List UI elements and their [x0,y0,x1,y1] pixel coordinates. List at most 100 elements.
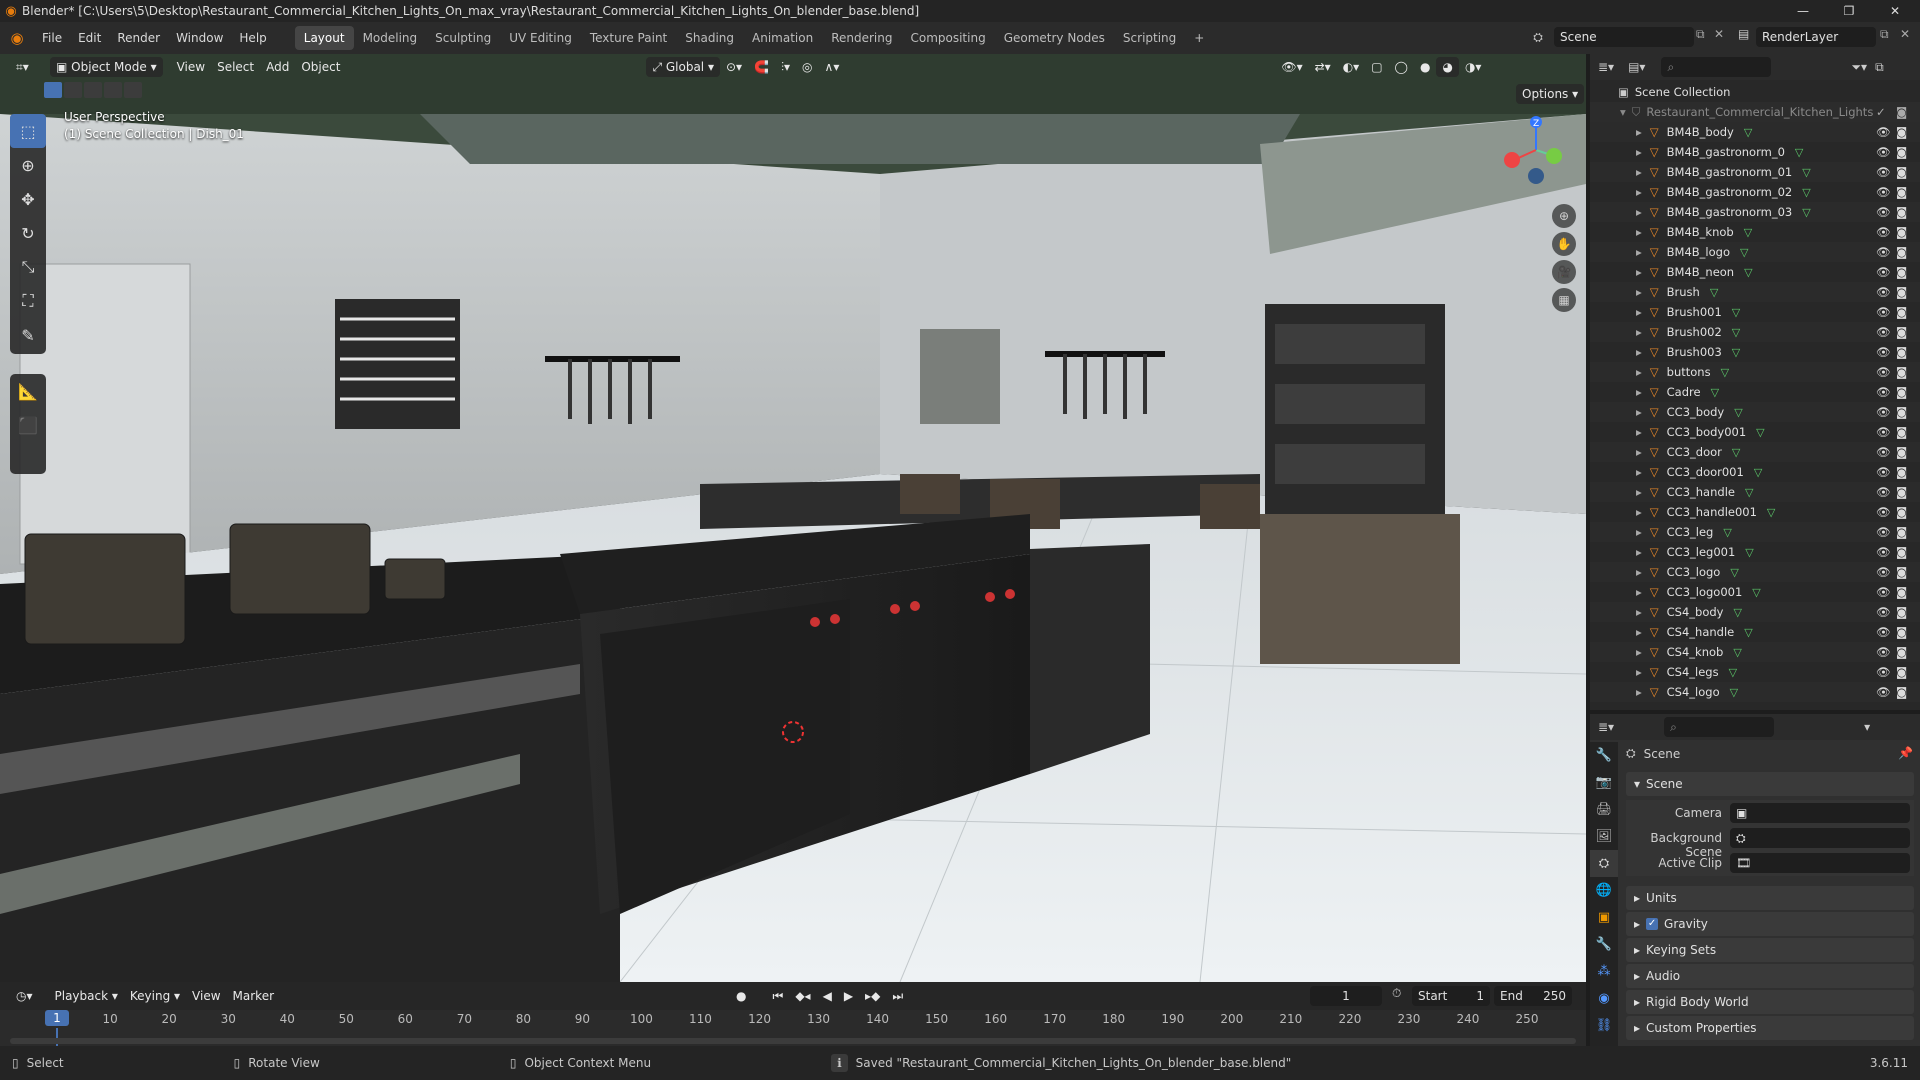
eye-icon[interactable]: 👁 [1876,565,1891,579]
select-extend-icon[interactable] [64,82,82,98]
eye-icon[interactable]: 👁 [1876,405,1891,419]
physics-tab-icon[interactable]: ◉ [1590,985,1618,1012]
expand-arrow-icon[interactable]: ▸ [1636,645,1642,659]
falloff-icon[interactable]: ∧▾ [819,57,846,77]
pan-hand-icon[interactable]: ✋ [1552,232,1576,256]
camera-visibility-icon[interactable]: ◙ [1896,365,1907,379]
outliner-item[interactable]: ▸ ▽ BM4B_gastronorm_0 ▽ 👁 ◙ [1590,142,1920,162]
outliner-item[interactable]: ▸ ▽ CS4_logo ▽ 👁 ◙ [1590,682,1920,702]
tab-scripting[interactable]: Scripting [1114,26,1185,50]
units-panel-header[interactable]: ▸ Units [1626,886,1914,910]
camera-visibility-icon[interactable]: ◙ [1896,585,1907,599]
eye-icon[interactable]: 👁 [1876,625,1891,639]
gravity-checkbox[interactable]: ✓ [1646,918,1659,930]
proportional-edit-icon[interactable]: ◎ [796,57,818,77]
outliner-item[interactable]: ▸ ▽ CS4_legs ▽ 👁 ◙ [1590,662,1920,682]
mesh-data-icon[interactable]: ▽ [1710,286,1718,299]
tool-tab-icon[interactable]: 🔧 [1590,742,1618,769]
object-tab-icon[interactable]: ▣ [1590,904,1618,931]
outliner-item[interactable]: ▸ ▽ BM4B_gastronorm_01 ▽ 👁 ◙ [1590,162,1920,182]
expand-arrow-icon[interactable]: ▸ [1636,245,1642,259]
tab-geometry-nodes[interactable]: Geometry Nodes [995,26,1114,50]
mesh-data-icon[interactable]: ▽ [1802,206,1810,219]
eye-icon[interactable]: 👁 [1876,525,1891,539]
menu-view[interactable]: View [171,57,211,77]
visibility-icon[interactable]: 👁▾ [1275,57,1308,77]
eye-icon[interactable]: 👁 [1876,485,1891,499]
expand-arrow-icon[interactable]: ▸ [1636,545,1642,559]
display-mode-icon[interactable]: ▤▾ [1628,60,1645,74]
mesh-data-icon[interactable]: ▽ [1744,266,1752,279]
mesh-data-icon[interactable]: ▽ [1733,606,1741,619]
camera-visibility-icon[interactable]: ◙ [1896,105,1907,119]
eye-icon[interactable]: 👁 [1876,545,1891,559]
outliner-item[interactable]: ▸ ▽ CS4_body ▽ 👁 ◙ [1590,602,1920,622]
mesh-data-icon[interactable]: ▽ [1732,326,1740,339]
rotate-tool-icon[interactable]: ↻ [10,216,46,250]
mesh-data-icon[interactable]: ▽ [1756,426,1764,439]
keying-sets-panel-header[interactable]: ▸ Keying Sets [1626,938,1914,962]
play-reverse-icon[interactable]: ◀ [817,986,838,1006]
eye-icon[interactable]: 👁 [1876,225,1891,239]
close-button[interactable]: ✕ [1872,0,1918,22]
tab-modeling[interactable]: Modeling [354,26,427,50]
camera-visibility-icon[interactable]: ◙ [1896,305,1907,319]
snap-icon[interactable]: 🧲 [748,57,775,77]
mesh-data-icon[interactable]: ▽ [1754,466,1762,479]
eye-icon[interactable]: 👁 [1876,605,1891,619]
minimize-button[interactable]: — [1780,0,1826,22]
background-scene-field[interactable]: ⛭ [1730,828,1910,848]
select-box-tool-icon[interactable]: ⬚ [10,114,46,148]
scene-render[interactable] [0,54,1586,982]
outliner-item[interactable]: ▸ ▽ CS4_handle ▽ 👁 ◙ [1590,622,1920,642]
annotate-tool-icon[interactable]: ✎ [10,318,46,352]
mesh-data-icon[interactable]: ▽ [1730,566,1738,579]
properties-options-icon[interactable]: ▾ [1864,720,1870,734]
mesh-data-icon[interactable]: ▽ [1744,126,1752,139]
current-frame-indicator[interactable]: 1 [45,1010,69,1026]
mode-selector[interactable]: ▣ Object Mode ▾ [50,57,163,77]
eye-icon[interactable]: 👁 [1876,685,1891,699]
expand-arrow-icon[interactable]: ▸ [1636,165,1642,179]
scene-selector[interactable]: Scene [1554,27,1694,47]
outliner-search-input[interactable]: ⌕ [1661,57,1772,77]
expand-arrow-icon[interactable]: ▸ [1636,405,1642,419]
eye-icon[interactable]: 👁 [1876,245,1891,259]
expand-arrow-icon[interactable]: ▸ [1636,305,1642,319]
scene-collection-row[interactable]: ▣ Scene Collection [1590,82,1920,102]
eye-icon[interactable]: 👁 [1876,465,1891,479]
mesh-data-icon[interactable]: ▽ [1795,146,1803,159]
expand-arrow-icon[interactable]: ▸ [1636,485,1642,499]
camera-field[interactable]: ▣ [1730,803,1910,823]
mesh-data-icon[interactable]: ▽ [1730,686,1738,699]
camera-visibility-icon[interactable]: ◙ [1896,465,1907,479]
eye-icon[interactable]: 👁 [1876,185,1891,199]
expand-arrow-icon[interactable]: ▸ [1636,625,1642,639]
camera-visibility-icon[interactable]: ◙ [1896,545,1907,559]
render-tab-icon[interactable]: 📷 [1590,769,1618,796]
timeline-editor-icon[interactable]: ◷▾ [10,986,39,1006]
expand-arrow-icon[interactable]: ▸ [1636,465,1642,479]
menu-marker[interactable]: Marker [227,986,280,1006]
expand-arrow-icon[interactable]: ▸ [1636,185,1642,199]
select-invert-icon[interactable] [104,82,122,98]
outliner-item[interactable]: ▸ ▽ BM4B_gastronorm_03 ▽ 👁 ◙ [1590,202,1920,222]
timeline-ruler[interactable]: 1102030405060708090100110120130140150160… [0,1010,1586,1046]
gravity-panel-header[interactable]: ▸ ✓ Gravity [1626,912,1914,936]
mesh-data-icon[interactable]: ▽ [1752,586,1760,599]
menu-timeline-view[interactable]: View [186,986,226,1006]
expand-arrow-icon[interactable]: ▸ [1636,425,1642,439]
output-tab-icon[interactable]: 🖨 [1590,796,1618,823]
wireframe-shading-icon[interactable]: ◯ [1389,57,1414,77]
rigid-body-world-panel-header[interactable]: ▸ Rigid Body World [1626,990,1914,1014]
cursor-tool-icon[interactable]: ⊕ [10,148,46,182]
outliner-editor-icon[interactable]: ≣▾ [1598,60,1614,74]
outliner-item[interactable]: ▸ ▽ buttons ▽ 👁 ◙ [1590,362,1920,382]
outliner-item[interactable]: ▸ ▽ Cadre ▽ 👁 ◙ [1590,382,1920,402]
outliner-item[interactable]: ▸ ▽ CC3_leg001 ▽ 👁 ◙ [1590,542,1920,562]
timeline-scrollbar[interactable] [10,1038,1576,1044]
mesh-data-icon[interactable]: ▽ [1721,366,1729,379]
expand-arrow-icon[interactable]: ▸ [1636,505,1642,519]
camera-visibility-icon[interactable]: ◙ [1896,145,1907,159]
select-new-icon[interactable] [44,82,62,98]
